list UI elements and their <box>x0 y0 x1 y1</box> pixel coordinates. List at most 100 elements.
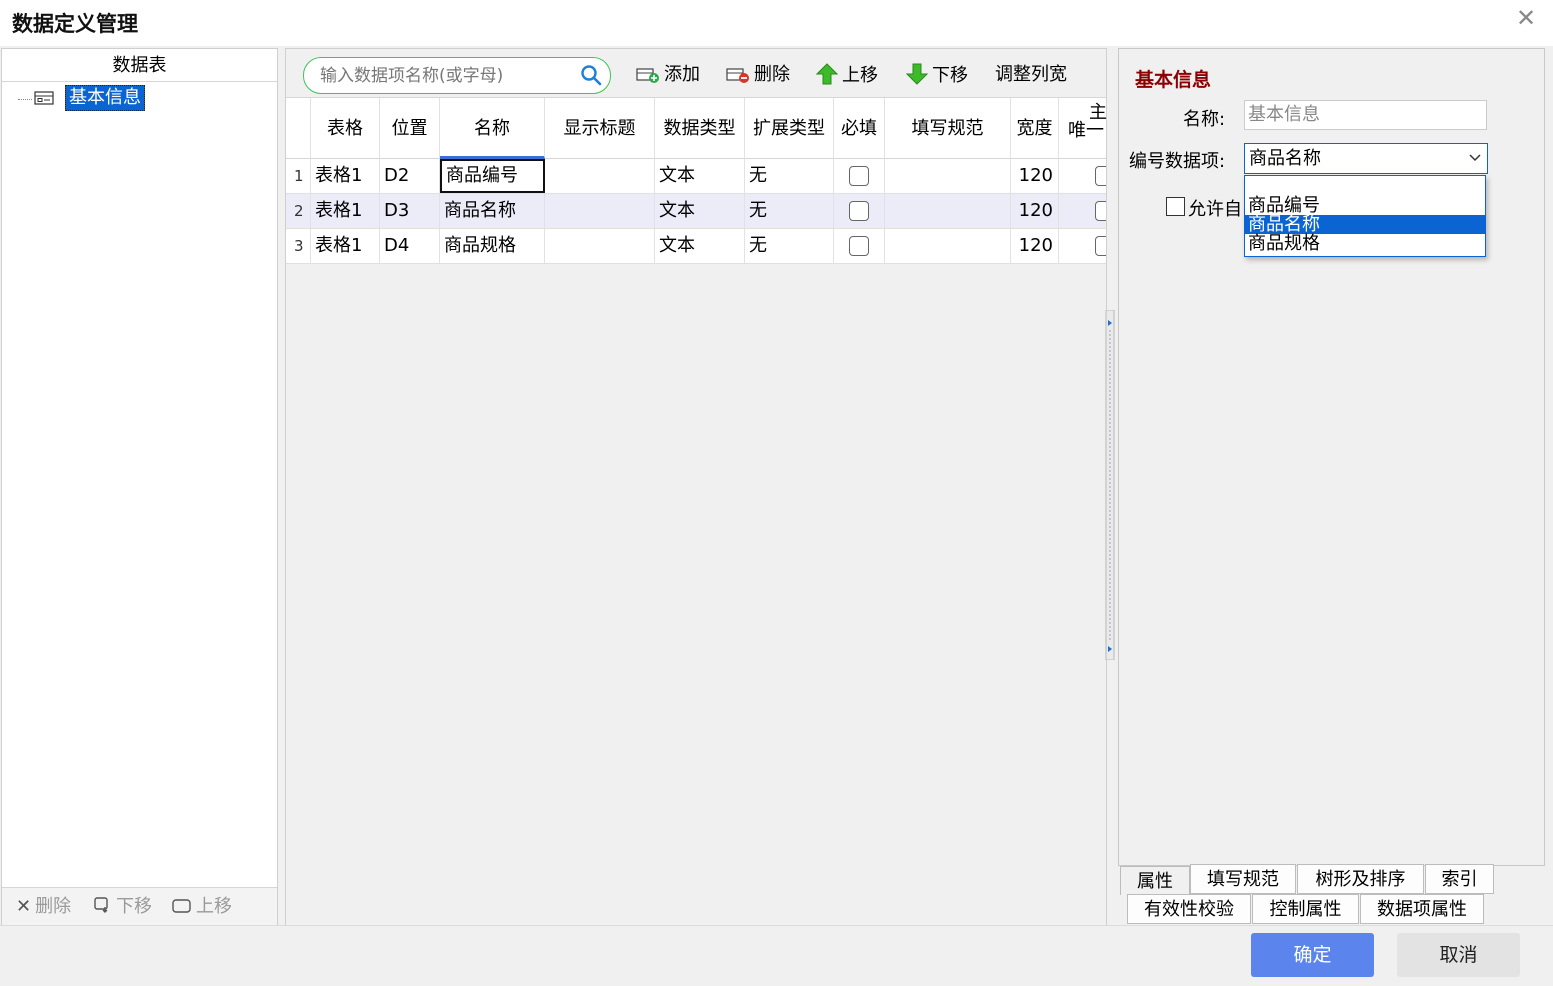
move-up-icon <box>172 899 191 913</box>
left-move-up-button[interactable]: 上移 <box>172 894 232 920</box>
tree-item-basic-info[interactable]: 基本信息 <box>65 85 145 111</box>
table-list-footer: ✕ 删除 下移 上移 <box>2 887 277 926</box>
add-row-icon <box>636 68 659 83</box>
move-up-label: 上移 <box>842 65 878 86</box>
tab-validation[interactable]: 有效性校验 <box>1127 894 1251 924</box>
dropdown-option[interactable]: 商品规格 <box>1245 234 1485 253</box>
cell-fill-rule[interactable] <box>885 229 1011 263</box>
row-number: 1 <box>286 159 311 193</box>
primary-checkbox[interactable] <box>1095 166 1106 186</box>
required-checkbox[interactable] <box>849 236 869 256</box>
tab-tree-sort[interactable]: 树形及排序 <box>1297 864 1424 894</box>
cell-name[interactable]: 商品规格 <box>440 229 545 263</box>
cell-width[interactable]: 120 <box>1011 229 1059 263</box>
cell-primary <box>1059 159 1106 193</box>
code-item-dropdown: 商品编号 商品名称 商品规格 <box>1244 175 1486 257</box>
table-row[interactable]: 1 表格1 D2 商品编号 文本 无 120 <box>286 159 1106 194</box>
dropdown-option-selected[interactable]: 商品名称 <box>1245 215 1485 234</box>
cell-position[interactable]: D4 <box>380 229 440 263</box>
column-header[interactable]: 显示标题 <box>545 98 655 159</box>
column-header-unique: 唯一 <box>1068 120 1104 141</box>
cell-name-active[interactable]: 商品编号 <box>440 159 545 193</box>
cell-data-type[interactable]: 文本 <box>655 159 745 193</box>
column-header[interactable]: 数据类型 <box>655 98 745 159</box>
column-header-primary-unique[interactable]: 主 唯一 <box>1059 98 1107 159</box>
cell-data-type[interactable]: 文本 <box>655 229 745 263</box>
required-checkbox[interactable] <box>849 201 869 221</box>
x-icon: ✕ <box>16 896 32 917</box>
search-input[interactable] <box>318 60 572 92</box>
search-icon[interactable] <box>580 64 602 86</box>
close-icon[interactable]: ✕ <box>1512 4 1540 32</box>
name-field[interactable]: 基本信息 <box>1244 100 1487 130</box>
column-header[interactable]: 位置 <box>380 98 440 159</box>
chevron-down-icon[interactable] <box>1469 153 1481 163</box>
cancel-button[interactable]: 取消 <box>1397 933 1520 977</box>
column-header[interactable]: 名称 <box>440 98 545 159</box>
left-move-down-button[interactable]: 下移 <box>94 894 152 920</box>
cell-fill-rule[interactable] <box>885 159 1011 193</box>
cell-ext-type[interactable]: 无 <box>745 194 834 228</box>
cell-ext-type[interactable]: 无 <box>745 229 834 263</box>
primary-checkbox[interactable] <box>1095 201 1106 221</box>
ok-button[interactable]: 确定 <box>1251 933 1374 977</box>
add-button[interactable]: 添加 <box>636 63 700 87</box>
tab-control-props[interactable]: 控制属性 <box>1252 894 1359 924</box>
tab-item-props[interactable]: 数据项属性 <box>1360 894 1484 924</box>
cell-table[interactable]: 表格1 <box>311 159 380 193</box>
cell-display-title[interactable] <box>545 159 655 193</box>
allow-checkbox[interactable] <box>1166 197 1185 216</box>
search-box <box>303 57 611 94</box>
table-row[interactable]: 3 表格1 D4 商品规格 文本 无 120 <box>286 229 1106 264</box>
left-move-down-label: 下移 <box>116 896 152 917</box>
delete-button[interactable]: 删除 <box>726 63 790 87</box>
tab-index[interactable]: 索引 <box>1425 864 1494 894</box>
cell-ext-type[interactable]: 无 <box>745 159 834 193</box>
data-grid: 表格 位置 名称 显示标题 数据类型 扩展类型 必填 填写规范 宽度 主 唯一 … <box>286 97 1107 264</box>
panel-splitter[interactable] <box>1105 310 1115 660</box>
primary-checkbox[interactable] <box>1095 236 1106 256</box>
cell-position[interactable]: D2 <box>380 159 440 193</box>
cell-required <box>834 229 885 263</box>
tab-properties[interactable]: 属性 <box>1120 866 1190 895</box>
table-list-panel: 数据表 基本信息 ✕ 删除 下移 上移 <box>1 48 278 926</box>
column-header[interactable]: 宽度 <box>1011 98 1059 159</box>
left-delete-button[interactable]: ✕ 删除 <box>16 894 71 920</box>
dropdown-option[interactable]: 商品编号 <box>1245 196 1485 215</box>
required-checkbox[interactable] <box>849 166 869 186</box>
move-down-button[interactable]: 下移 <box>905 63 968 88</box>
row-number: 2 <box>286 194 311 228</box>
adjust-width-button[interactable]: 调整列宽 <box>995 63 1067 87</box>
cell-primary <box>1059 194 1106 228</box>
window-title: 数据定义管理 <box>12 12 138 36</box>
cell-fill-rule[interactable] <box>885 194 1011 228</box>
column-header[interactable]: 必填 <box>834 98 885 159</box>
dialog-footer: 确定 取消 <box>0 925 1553 986</box>
move-up-button[interactable]: 上移 <box>815 63 878 88</box>
delete-label: 删除 <box>754 64 790 85</box>
cell-name[interactable]: 商品名称 <box>440 194 545 228</box>
move-down-label: 下移 <box>932 65 968 86</box>
row-number: 3 <box>286 229 311 263</box>
cell-display-title[interactable] <box>545 194 655 228</box>
cell-table[interactable]: 表格1 <box>311 229 380 263</box>
cell-position[interactable]: D3 <box>380 194 440 228</box>
cell-width[interactable]: 120 <box>1011 159 1059 193</box>
cell-data-type[interactable]: 文本 <box>655 194 745 228</box>
column-header[interactable]: 填写规范 <box>885 98 1011 159</box>
table-row[interactable]: 2 表格1 D3 商品名称 文本 无 120 <box>286 194 1106 229</box>
code-item-select[interactable]: 商品名称 <box>1244 143 1488 174</box>
column-header[interactable]: 扩展类型 <box>745 98 834 159</box>
row-header-corner <box>286 98 311 159</box>
green-down-arrow-icon <box>905 63 929 85</box>
code-item-label: 编号数据项: <box>1129 151 1226 172</box>
left-delete-label: 删除 <box>35 896 72 917</box>
title-bar: 数据定义管理 ✕ <box>0 0 1553 46</box>
cell-table[interactable]: 表格1 <box>311 194 380 228</box>
cell-display-title[interactable] <box>545 229 655 263</box>
left-move-up-label: 上移 <box>196 896 232 917</box>
column-header[interactable]: 表格 <box>311 98 380 159</box>
tab-fill-rule[interactable]: 填写规范 <box>1190 864 1296 894</box>
green-up-arrow-icon <box>815 63 839 85</box>
cell-width[interactable]: 120 <box>1011 194 1059 228</box>
